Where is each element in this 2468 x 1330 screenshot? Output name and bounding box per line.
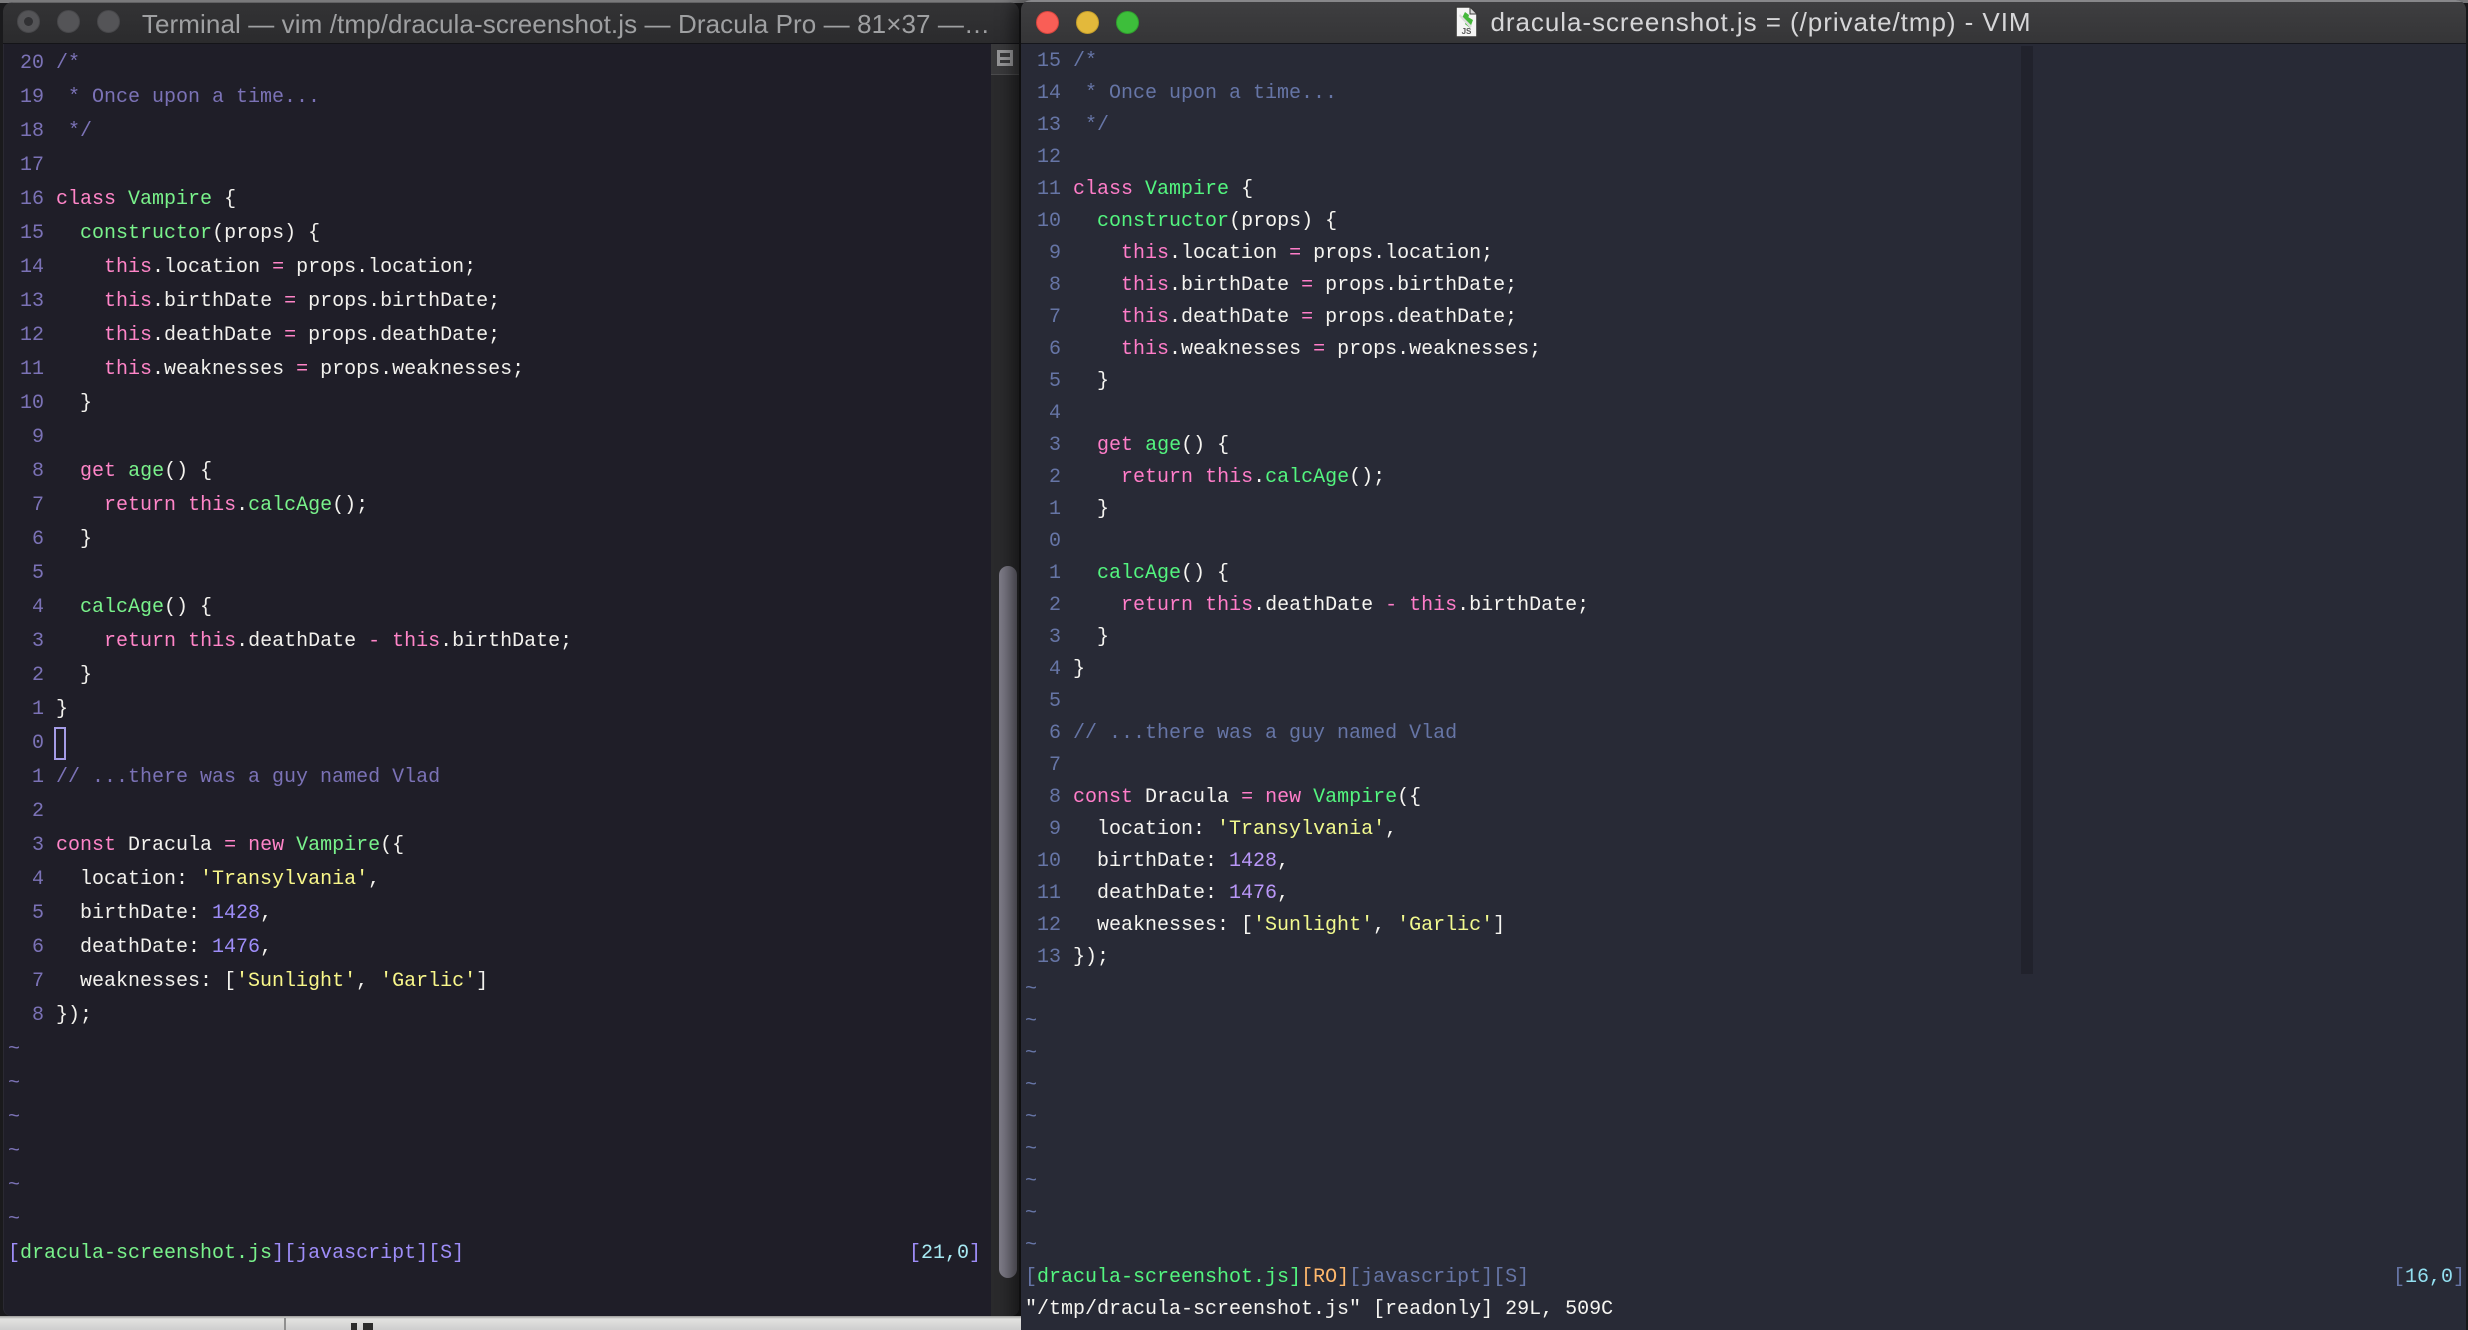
svg-text:JS: JS — [1462, 27, 1472, 36]
